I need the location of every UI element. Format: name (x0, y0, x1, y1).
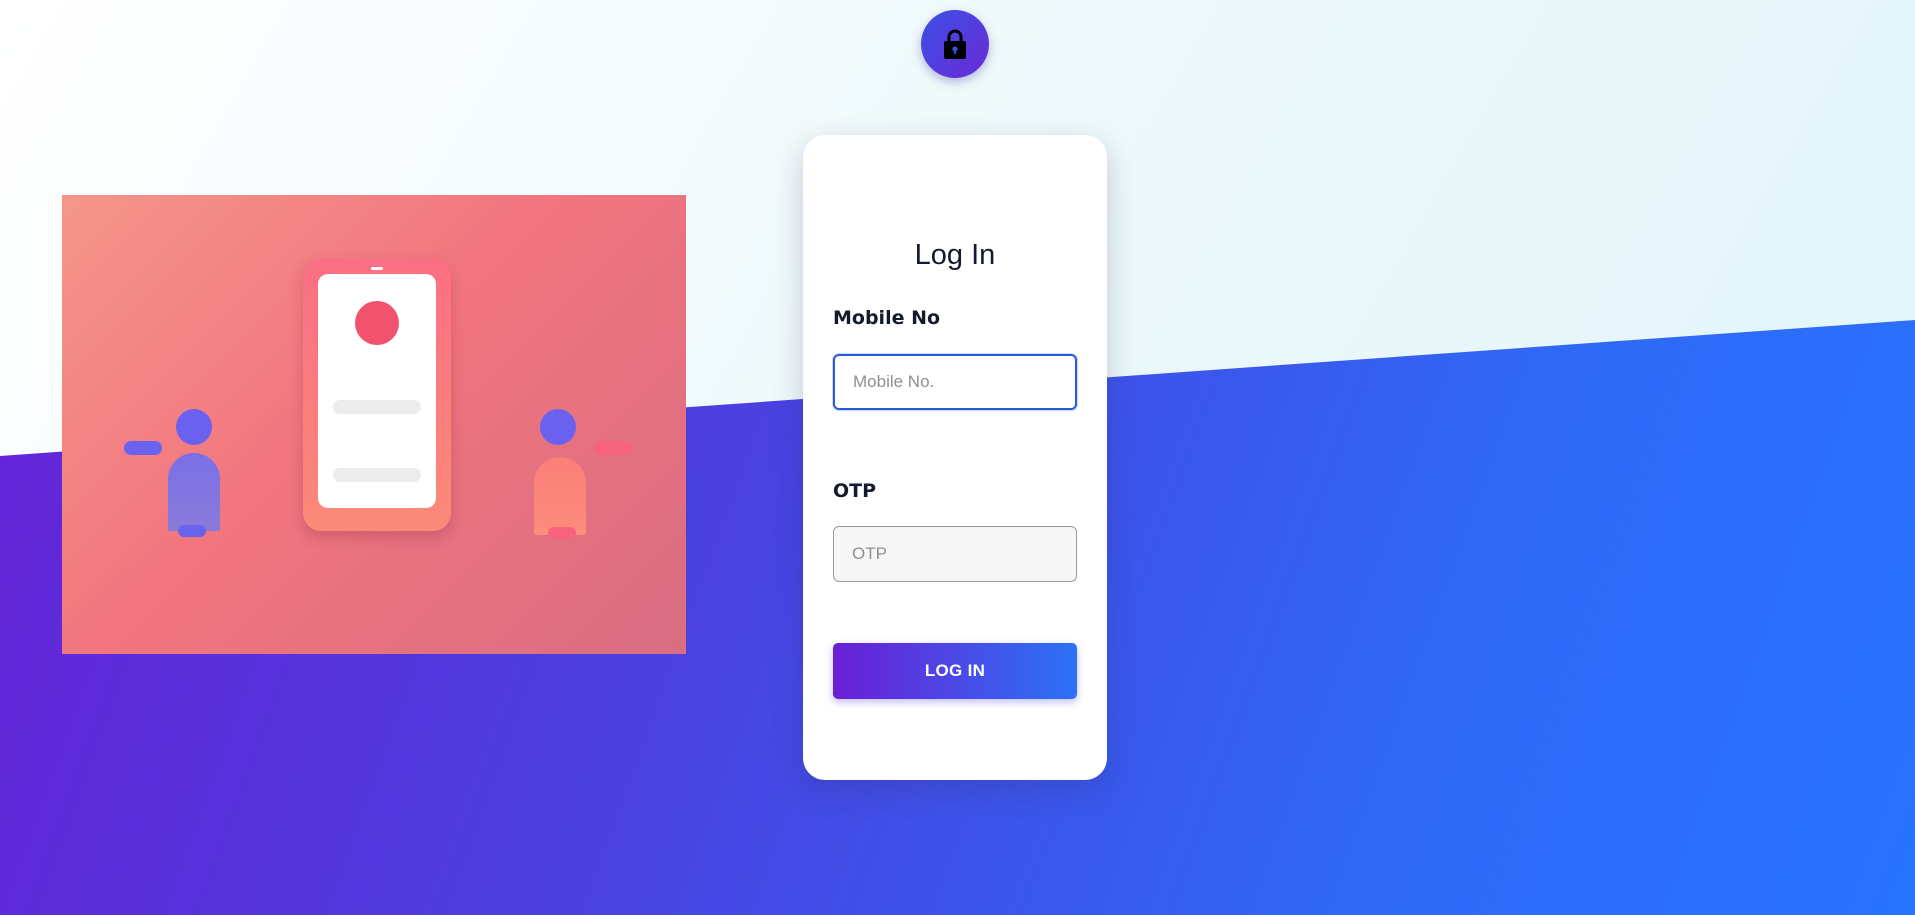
login-illustration (62, 195, 686, 654)
otp-input[interactable] (833, 526, 1077, 582)
mobile-label: Mobile No (833, 307, 941, 329)
right-person-chip (594, 441, 632, 455)
lock-icon (944, 29, 966, 59)
left-person-body (168, 453, 220, 531)
phone-text-bar (333, 468, 421, 482)
right-person-head (540, 409, 576, 445)
login-title: Log In (914, 239, 996, 271)
mobile-input[interactable] (833, 354, 1077, 410)
left-person-head (176, 409, 212, 445)
phone-notch (371, 267, 383, 270)
left-person-foot (178, 525, 206, 537)
phone-avatar (355, 301, 399, 345)
lock-badge (921, 10, 989, 78)
login-card: Log In Mobile No OTP LOG IN (803, 135, 1107, 780)
right-person-foot (548, 527, 576, 539)
right-person-body (534, 457, 586, 535)
phone-screen (318, 274, 436, 508)
phone-graphic (303, 259, 451, 531)
left-person-chip (124, 441, 162, 455)
login-button[interactable]: LOG IN (833, 643, 1077, 699)
otp-label: OTP (833, 480, 877, 502)
phone-text-bar (333, 400, 421, 414)
